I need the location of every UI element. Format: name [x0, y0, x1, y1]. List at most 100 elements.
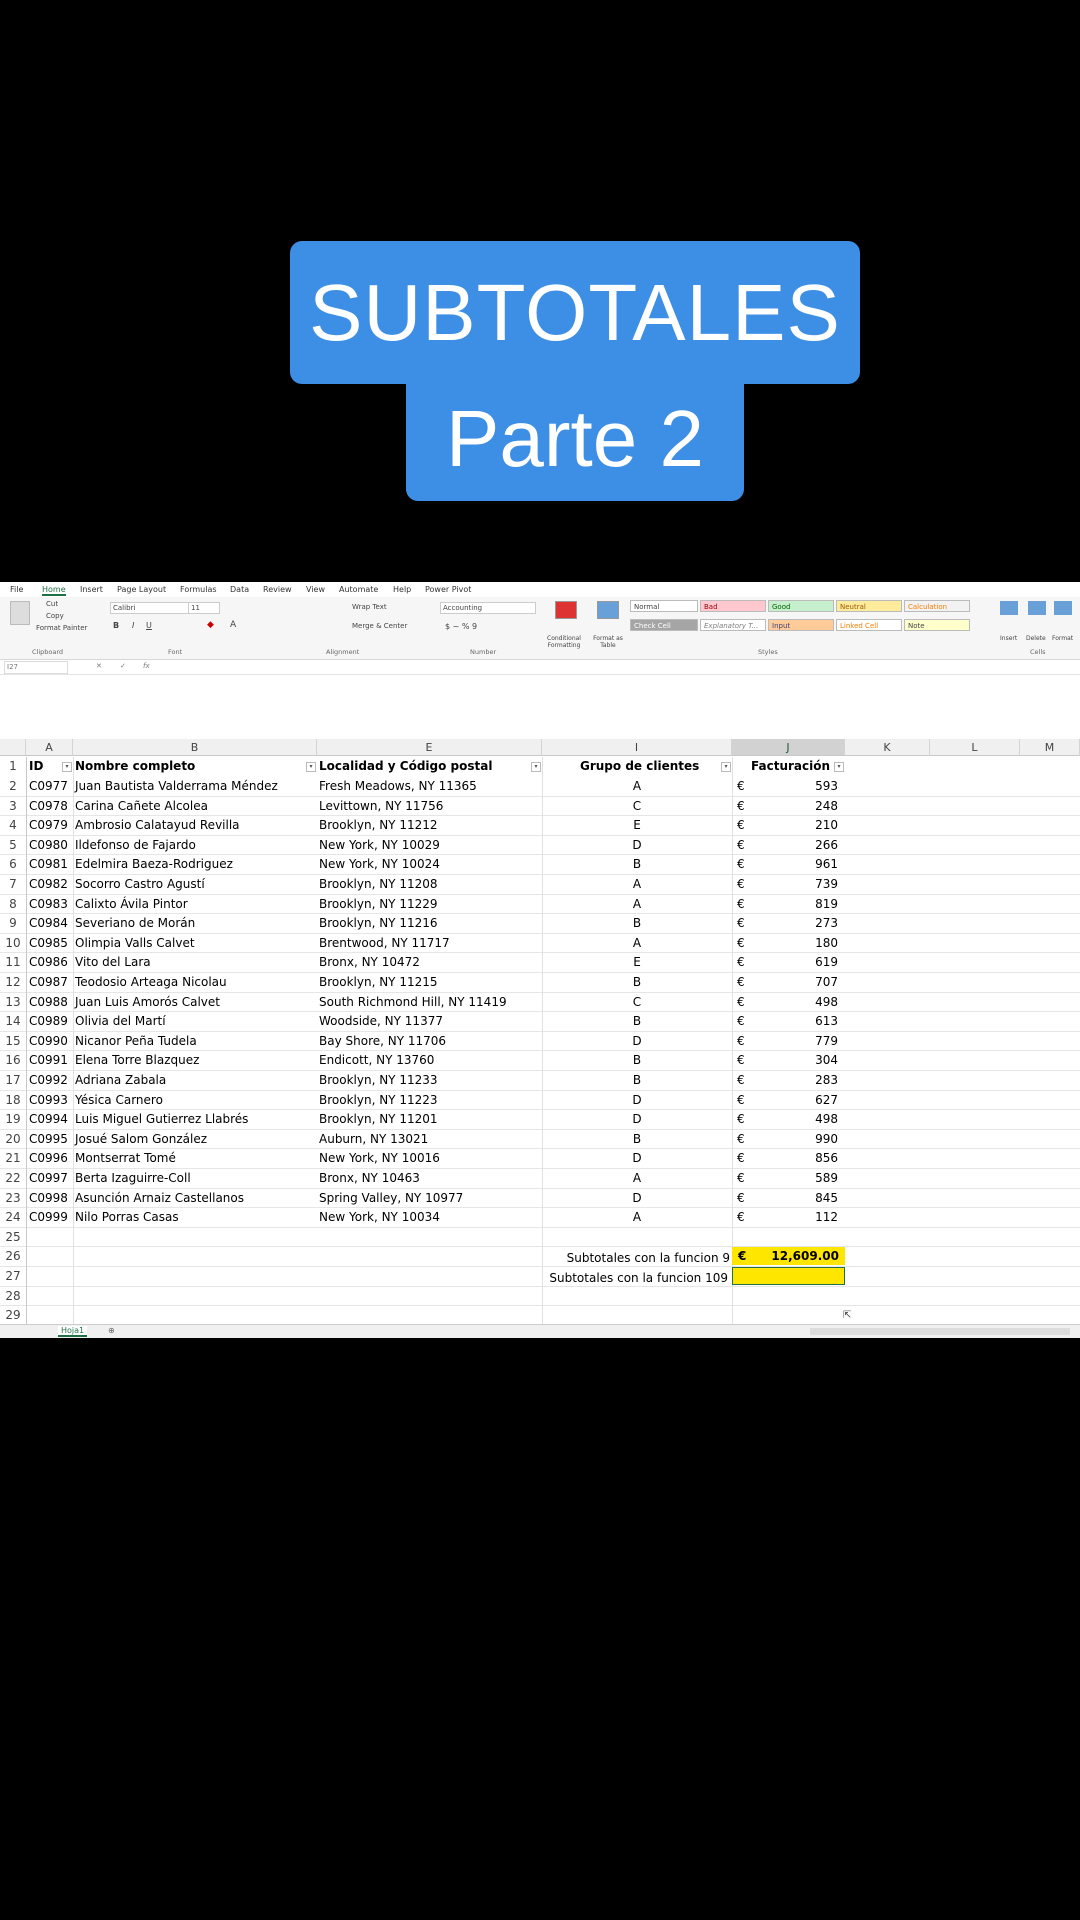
cell-amount[interactable]: 180	[760, 936, 838, 950]
cell-name[interactable]: Olimpia Valls Calvet	[75, 936, 195, 950]
cell-currency[interactable]: €	[737, 1053, 745, 1067]
cell-name[interactable]: Montserrat Tomé	[75, 1151, 176, 1165]
cell-id[interactable]: C0978	[29, 799, 68, 813]
col-header-i[interactable]: I	[542, 739, 732, 756]
cell-currency[interactable]: €	[737, 936, 745, 950]
cell-location[interactable]: Brooklyn, NY 11215	[319, 975, 438, 989]
filter-dropdown-icon[interactable]: ▾	[834, 762, 844, 772]
cell-amount[interactable]: 613	[760, 1014, 838, 1028]
format-cells-label[interactable]: Format	[1052, 635, 1073, 642]
cut-button[interactable]: Cut	[46, 600, 58, 608]
cell-location[interactable]: New York, NY 10024	[319, 857, 440, 871]
cell-location[interactable]: Bronx, NY 10463	[319, 1171, 420, 1185]
col-header-m[interactable]: M	[1020, 739, 1080, 756]
cell-location[interactable]: Auburn, NY 13021	[319, 1132, 428, 1146]
row-number[interactable]: 28	[0, 1289, 26, 1303]
table-row[interactable]: 23 C0998 Asunción Arnaiz Castellanos Spring…	[0, 1189, 1080, 1209]
row-number[interactable]: 16	[0, 1053, 26, 1067]
cell-location[interactable]: Bronx, NY 10472	[319, 955, 420, 969]
select-all-corner[interactable]	[0, 739, 26, 756]
cell-location[interactable]: Brooklyn, NY 11212	[319, 818, 438, 832]
row-number[interactable]: 5	[0, 838, 26, 852]
menu-item-home[interactable]: Home	[42, 585, 66, 596]
add-sheet-icon[interactable]: ⊕	[108, 1326, 115, 1335]
cell-currency[interactable]: €	[737, 1034, 745, 1048]
cell-group[interactable]: A	[632, 897, 642, 911]
row-number[interactable]: 13	[0, 995, 26, 1009]
cell-name[interactable]: Carina Cañete Alcolea	[75, 799, 208, 813]
cell-currency[interactable]: €	[737, 799, 745, 813]
cell-location[interactable]: South Richmond Hill, NY 11419	[319, 995, 507, 1009]
delete-cells-label[interactable]: Delete	[1026, 635, 1046, 642]
menu-item-view[interactable]: View	[306, 585, 325, 594]
row-number[interactable]: 20	[0, 1132, 26, 1146]
row-number[interactable]: 24	[0, 1210, 26, 1224]
cell-group[interactable]: D	[632, 1112, 642, 1126]
menu-item-power-pivot[interactable]: Power Pivot	[425, 585, 471, 594]
italic-button[interactable]: I	[132, 621, 134, 630]
function-icon[interactable]: fx	[143, 662, 150, 670]
cell-name[interactable]: Luis Miguel Gutierrez Llabrés	[75, 1112, 248, 1126]
conditional-formatting-label[interactable]: Conditional Formatting	[543, 635, 585, 649]
format-painter-button[interactable]: Format Painter	[36, 624, 87, 632]
cell-currency[interactable]: €	[737, 1073, 745, 1087]
format-as-table-icon[interactable]	[597, 601, 619, 619]
filter-dropdown-icon[interactable]: ▾	[531, 762, 541, 772]
table-row[interactable]: 3 C0978 Carina Cañete Alcolea Levittown, NY…	[0, 797, 1080, 817]
row-number[interactable]: 10	[0, 936, 26, 950]
cell-location[interactable]: New York, NY 10029	[319, 838, 440, 852]
cell-id[interactable]: C0991	[29, 1053, 68, 1067]
cell-location[interactable]: Spring Valley, NY 10977	[319, 1191, 463, 1205]
merge-center-button[interactable]: Merge & Center	[352, 622, 407, 630]
table-row[interactable]: 11 C0986 Vito del Lara Bronx, NY 10472 E €619	[0, 953, 1080, 973]
table-row[interactable]: 4 C0979 Ambrosio Calatayud Revilla Brooklyn…	[0, 816, 1080, 836]
cell-amount[interactable]: 498	[760, 995, 838, 1009]
cell-amount[interactable]: 856	[760, 1151, 838, 1165]
cell-group[interactable]: B	[632, 975, 642, 989]
cell-group[interactable]: A	[632, 1210, 642, 1224]
cell-group[interactable]: E	[632, 955, 642, 969]
cell-amount[interactable]: 707	[760, 975, 838, 989]
subtotal-9-label[interactable]: Subtotales con la funcion 9	[540, 1251, 730, 1265]
cell-amount[interactable]: 112	[760, 1210, 838, 1224]
table-row[interactable]: 8 C0983 Calixto Ávila Pintor Brooklyn, NY 1…	[0, 895, 1080, 915]
row-number[interactable]: 14	[0, 1014, 26, 1028]
menu-item-review[interactable]: Review	[263, 585, 292, 594]
row-number[interactable]: 3	[0, 799, 26, 813]
cell-name[interactable]: Juan Bautista Valderrama Méndez	[75, 779, 278, 793]
bold-button[interactable]: B	[113, 621, 119, 630]
cell-name[interactable]: Nicanor Peña Tudela	[75, 1034, 197, 1048]
sheet-tab-hoja1[interactable]: Hoja1	[58, 1326, 88, 1337]
row-number[interactable]: 4	[0, 818, 26, 832]
row-number[interactable]: 11	[0, 955, 26, 969]
row-number[interactable]: 27	[0, 1269, 26, 1283]
wrap-text-button[interactable]: Wrap Text	[352, 603, 387, 611]
cell-group[interactable]: A	[632, 1171, 642, 1185]
cell-id[interactable]: C0982	[29, 877, 68, 891]
row-number[interactable]: 29	[0, 1308, 26, 1322]
table-row[interactable]: 10 C0985 Olimpia Valls Calvet Brentwood, NY…	[0, 934, 1080, 954]
cell-location[interactable]: Brentwood, NY 11717	[319, 936, 450, 950]
subtotal-109-label[interactable]: Subtotales con la funcion 109	[540, 1271, 728, 1285]
menu-item-file[interactable]: File	[10, 585, 23, 594]
cell-group[interactable]: D	[632, 1034, 642, 1048]
table-row[interactable]: 17 C0992 Adriana Zabala Brooklyn, NY 11233 B…	[0, 1071, 1080, 1091]
table-row[interactable]: 18 C0993 Yésica Carnero Brooklyn, NY 11223 D…	[0, 1091, 1080, 1111]
cell-currency[interactable]: €	[737, 1093, 745, 1107]
subtotal-109-cell[interactable]	[732, 1267, 845, 1285]
row-number[interactable]: 8	[0, 897, 26, 911]
cell-amount[interactable]: 845	[760, 1191, 838, 1205]
cell-location[interactable]: Endicott, NY 13760	[319, 1053, 434, 1067]
style-linked-cell[interactable]: Linked Cell	[836, 619, 902, 631]
cell-group[interactable]: B	[632, 857, 642, 871]
cell-amount[interactable]: 273	[760, 916, 838, 930]
cell-id[interactable]: C0981	[29, 857, 68, 871]
row-number[interactable]: 9	[0, 916, 26, 930]
cell-name[interactable]: Elena Torre Blazquez	[75, 1053, 199, 1067]
cell-name[interactable]: Socorro Castro Agustí	[75, 877, 205, 891]
row-number[interactable]: 18	[0, 1093, 26, 1107]
cell-group[interactable]: D	[632, 1151, 642, 1165]
style-input[interactable]: Input	[768, 619, 834, 631]
cell-id[interactable]: C0985	[29, 936, 68, 950]
row-number[interactable]: 25	[0, 1230, 26, 1244]
